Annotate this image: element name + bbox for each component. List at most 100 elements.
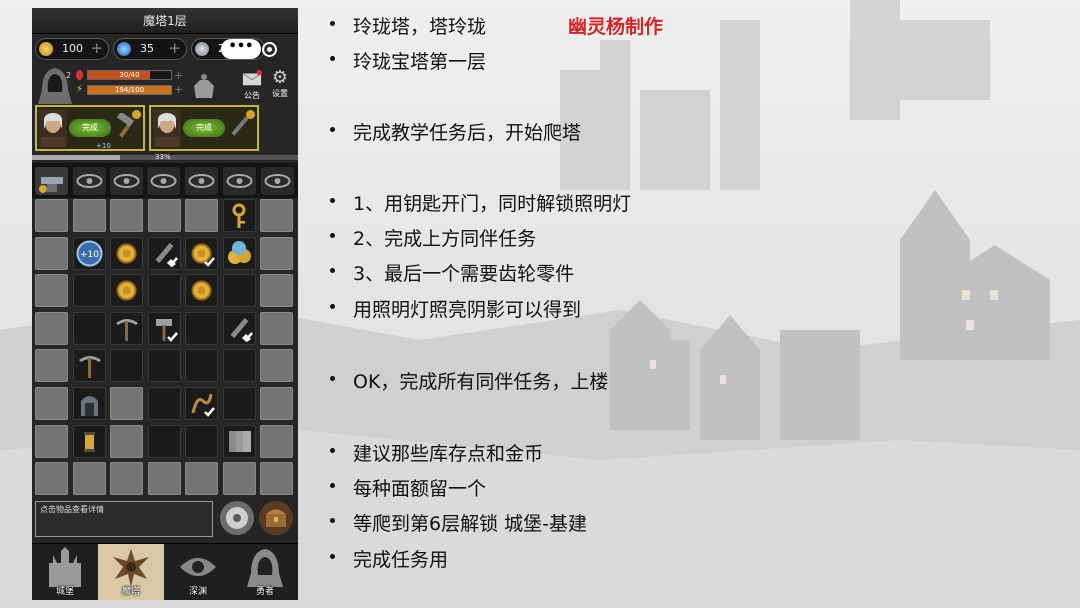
explored-tile[interactable] [185,311,218,345]
rope-icon [191,393,215,417]
add-gold-button[interactable]: + [90,38,103,58]
explored-tile[interactable] [222,387,256,420]
explored-tile[interactable] [147,311,181,345]
unexplored-tile[interactable] [147,199,181,232]
add-gem-button[interactable]: + [168,38,181,58]
settings-button[interactable]: ⚙ 设置 [267,68,293,104]
unexplored-tile[interactable] [147,462,181,496]
hidden-eye-slot[interactable] [147,167,180,195]
unexplored-tile[interactable] [72,199,106,232]
unexplored-tile[interactable] [35,236,68,270]
unexplored-tile[interactable] [35,349,68,383]
explored-tile[interactable] [147,274,181,308]
hooded-avatar[interactable]: 2 [36,66,74,106]
loot-bag-icon[interactable] [192,72,216,100]
more-options-button[interactable]: ••• [221,39,261,59]
explored-tile[interactable] [222,274,256,308]
explored-tile[interactable] [72,349,106,383]
note-text: 每种面额留一个 [353,478,487,500]
unexplored-tile[interactable] [185,199,218,232]
explored-tile[interactable] [110,274,143,308]
author-credit: 幽灵杨制作 [568,16,664,38]
eye-icon [150,174,177,188]
unexplored-tile[interactable] [260,236,293,270]
explored-tile[interactable]: +10 [72,236,106,270]
unexplored-tile[interactable] [110,199,143,232]
explored-tile[interactable] [72,311,106,345]
unexplored-tile[interactable] [260,349,293,383]
explored-tile[interactable] [185,424,218,458]
companion-portrait [39,109,67,147]
explored-tile[interactable] [185,274,218,308]
svg-text:2: 2 [66,71,71,80]
gear-icon: ⚙ [271,67,289,88]
unexplored-tile[interactable] [110,424,143,458]
unexplored-tile[interactable] [260,199,293,232]
treasure-chest-icon[interactable] [258,500,294,536]
nav-castle[interactable]: 城堡 [32,544,98,600]
explored-tile[interactable] [72,387,106,420]
unexplored-tile[interactable] [110,462,143,496]
explored-tile[interactable] [147,387,181,420]
item-info-box: 点击物品查看详情 [35,501,213,537]
add-hp-button[interactable]: + [174,69,183,82]
quest-status[interactable]: 完成 [183,119,225,137]
unexplored-tile[interactable] [260,274,293,308]
note-text: 3、最后一个需要齿轮零件 [353,263,575,285]
explored-tile[interactable] [147,236,181,270]
lamp-slot[interactable] [35,167,68,195]
unexplored-tile[interactable] [222,462,256,496]
explored-tile[interactable] [185,236,218,270]
explored-tile[interactable] [185,349,218,383]
explored-tile[interactable] [110,349,143,383]
note-text: 1、用钥匙开门，同时解锁照明灯 [353,193,632,215]
explored-tile[interactable] [222,199,256,232]
hidden-eye-slot[interactable] [185,167,218,195]
explored-tile[interactable] [185,387,218,420]
explored-tile[interactable] [222,349,256,383]
close-circle-icon[interactable] [262,42,277,57]
explored-tile[interactable] [147,349,181,383]
unexplored-tile[interactable] [35,462,68,496]
unexplored-tile[interactable] [260,462,293,496]
progress-text: 33% [155,153,171,161]
coin-icon [116,243,137,264]
hidden-eye-slot[interactable] [110,167,143,195]
eye-icon [113,174,140,188]
unexplored-tile[interactable] [35,424,68,458]
explored-tile[interactable] [72,274,106,308]
notice-button[interactable]: 公告 [239,68,265,104]
envelope-icon [242,69,262,86]
quest-card-2[interactable]: 完成 [149,105,259,151]
explored-tile[interactable] [110,236,143,270]
unexplored-tile[interactable] [260,387,293,420]
unexplored-tile[interactable] [72,462,106,496]
unexplored-tile[interactable] [35,311,68,345]
unexplored-tile[interactable] [35,274,68,308]
unexplored-tile[interactable] [110,387,143,420]
unexplored-tile[interactable] [185,462,218,496]
explored-tile[interactable] [222,236,256,270]
hidden-eye-slot[interactable] [223,167,256,195]
add-energy-button[interactable]: + [174,83,183,96]
hidden-eye-slot[interactable] [73,167,106,195]
explored-tile[interactable] [72,424,106,458]
explored-tile[interactable] [222,424,256,458]
explored-tile[interactable] [110,311,143,345]
unexplored-tile[interactable] [260,311,293,345]
nav-abyss[interactable]: 深渊 [165,544,231,600]
hidden-eye-slot[interactable] [261,167,294,195]
quest-status[interactable]: 完成 [69,119,111,137]
nav-hero[interactable]: 勇者 [232,544,298,600]
compass-icon[interactable] [219,500,255,536]
quest-card-1[interactable]: 完成 [35,105,145,151]
bullet-dot-icon [330,304,335,309]
gold-coin-icon [39,42,53,56]
unexplored-tile[interactable] [35,199,68,232]
nav-magic-tower[interactable]: 魔塔 [98,544,164,600]
unexplored-tile[interactable] [260,424,293,458]
explored-tile[interactable] [147,424,181,458]
unexplored-tile[interactable] [35,387,68,420]
explored-tile[interactable] [222,311,256,345]
note-text: 建议那些库存点和金币 [353,443,544,465]
